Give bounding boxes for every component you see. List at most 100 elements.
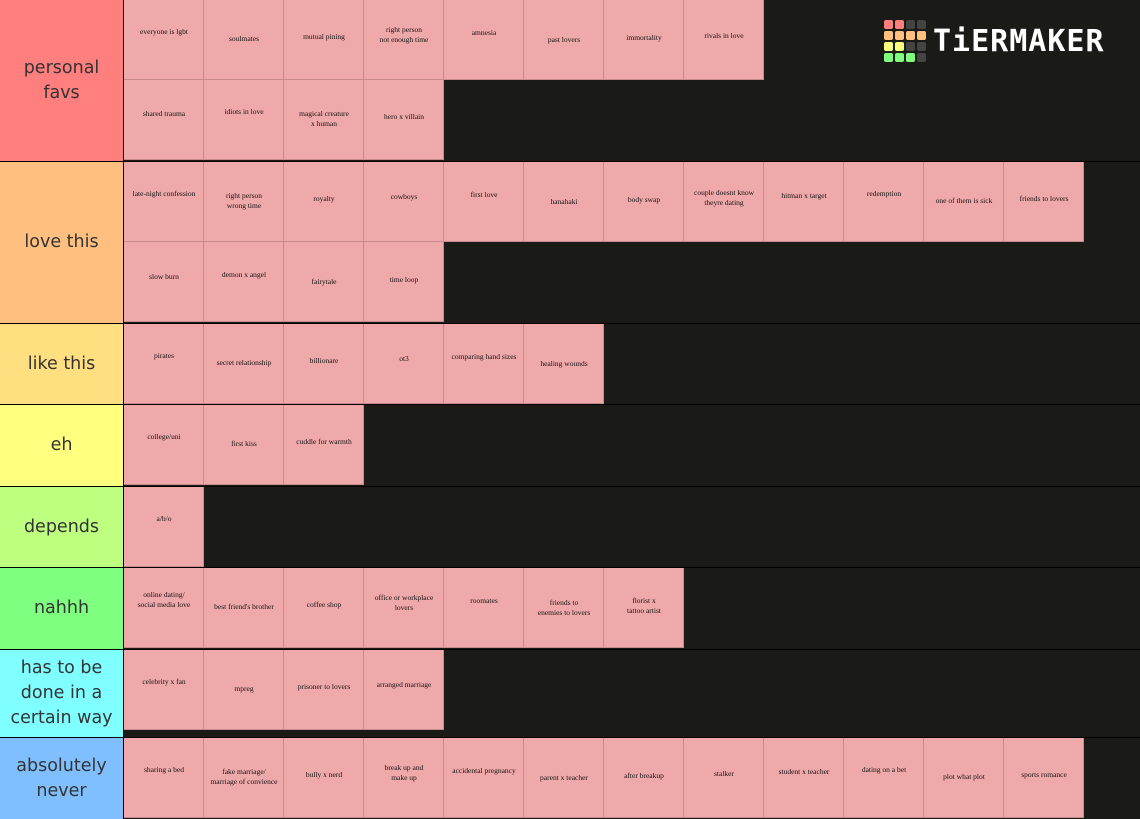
tier-item[interactable]: first love — [444, 162, 524, 242]
tier-label[interactable]: absolutely never — [0, 738, 124, 819]
tier-item-label: amnesia — [471, 28, 497, 37]
logo-square — [884, 20, 893, 29]
tier-items: late-night confession right person wrong … — [124, 162, 1140, 323]
tier-item[interactable]: hero x villain — [364, 80, 444, 160]
logo-square — [884, 42, 893, 51]
tier-item-label: pirates — [154, 351, 174, 360]
tier-item[interactable]: parent x teacher — [524, 738, 604, 818]
tier-item[interactable]: fake marriage/ marriage of convience — [204, 738, 284, 818]
tier-item[interactable]: immortality — [604, 0, 684, 80]
tier-item[interactable]: couple doesnt know theyre dating — [684, 162, 764, 242]
tier-item-label: after breakup — [624, 771, 664, 780]
tier-item[interactable]: everyone is lgbt — [124, 0, 204, 80]
tier-item[interactable]: a/b/o — [124, 487, 204, 567]
tier-item[interactable]: rivals in love — [684, 0, 764, 80]
tier-item-label: shared trauma — [142, 109, 186, 118]
tier-item[interactable]: demon x angel — [204, 242, 284, 322]
tier-item[interactable]: prisoner to lovers — [284, 650, 364, 730]
tier-item[interactable]: time loop — [364, 242, 444, 322]
tier-item[interactable]: idiots in love — [204, 80, 284, 160]
tier-item-label: late-night confession — [132, 189, 196, 198]
tier-item[interactable]: coffee shop — [284, 568, 364, 648]
tier-item[interactable]: right person wrong time — [204, 162, 284, 242]
tier-item[interactable]: sports romance — [1004, 738, 1084, 818]
tier-item[interactable]: mutual pining — [284, 0, 364, 80]
tier-item[interactable]: student x teacher — [764, 738, 844, 818]
tier-item[interactable]: accidental pregnancy — [444, 738, 524, 818]
tier-item-label: couple doesnt know theyre dating — [694, 188, 754, 207]
tier-item[interactable]: sharing a bed — [124, 738, 204, 818]
tier-item[interactable]: first kiss — [204, 405, 284, 485]
tier-item[interactable]: college/uni — [124, 405, 204, 485]
tier-label[interactable]: like this — [0, 324, 124, 404]
tier-item[interactable]: cuddle for warmth — [284, 405, 364, 485]
tier-item[interactable]: roomates — [444, 568, 524, 648]
tier-label[interactable]: love this — [0, 162, 124, 323]
tier-item[interactable]: past lovers — [524, 0, 604, 80]
logo-square — [895, 42, 904, 51]
tier-item[interactable]: secret relationship — [204, 324, 284, 404]
tier-item[interactable]: soulmates — [204, 0, 284, 80]
tier-item[interactable]: celebrity x fan — [124, 650, 204, 730]
tier-item[interactable]: healing wounds — [524, 324, 604, 404]
tier-item[interactable]: amnesia — [444, 0, 524, 80]
tier-item-label: past lovers — [547, 35, 581, 44]
tier-label[interactable]: nahhh — [0, 568, 124, 649]
tier-item[interactable]: friends to enemies to lovers — [524, 568, 604, 648]
tier-item-label: coffee shop — [306, 600, 342, 609]
tier-item-label: rivals in love — [704, 31, 744, 40]
tier-item-label: immortality — [626, 33, 662, 42]
tier-label[interactable]: has to be done in a certain way — [0, 650, 124, 737]
tier-item[interactable]: florist x tattoo artist — [604, 568, 684, 648]
tier-items: online dating/ social media love best fri… — [124, 568, 1140, 649]
tier-item[interactable]: billionare — [284, 324, 364, 404]
tier-item-label: hanahaki — [550, 197, 578, 206]
tier-item[interactable]: dating on a bet — [844, 738, 924, 818]
tier-item[interactable]: cowboys — [364, 162, 444, 242]
tier-item-label: parent x teacher — [540, 773, 588, 782]
tier-item[interactable]: fairytale — [284, 242, 364, 322]
tier-item[interactable]: arranged marriage — [364, 650, 444, 730]
tier-item[interactable]: online dating/ social media love — [124, 568, 204, 648]
tier-item-label: prisoner to lovers — [297, 682, 351, 691]
tier-label[interactable]: personal favs — [0, 0, 124, 161]
tier-item[interactable]: hitman x target — [764, 162, 844, 242]
tier-item[interactable]: body swap — [604, 162, 684, 242]
tier-item-label: sports romance — [1021, 770, 1067, 779]
tier-item[interactable]: hanahaki — [524, 162, 604, 242]
tier-item[interactable]: shared trauma — [124, 80, 204, 160]
tier-item[interactable]: royalty — [284, 162, 364, 242]
tier-item[interactable]: magical creature x human — [284, 80, 364, 160]
tier-item[interactable]: one of them is sick — [924, 162, 1004, 242]
tier-item[interactable]: right person not enough time — [364, 0, 444, 80]
tier-item-label: ot3 — [399, 354, 409, 363]
tier-item[interactable]: after breakup — [604, 738, 684, 818]
tier-item[interactable]: stalker — [684, 738, 764, 818]
tier-item-label: a/b/o — [156, 514, 172, 523]
tier-item[interactable]: ot3 — [364, 324, 444, 404]
tier-item[interactable]: friends to lovers — [1004, 162, 1084, 242]
tier-item-label: hitman x target — [781, 191, 827, 200]
tier-item[interactable]: mpreg — [204, 650, 284, 730]
tier-row: nahhh online dating/ social media love bes… — [0, 568, 1140, 649]
tier-item[interactable]: bully x nerd — [284, 738, 364, 818]
tier-items: pirates secret relationship billionare ot3 c… — [124, 324, 1140, 404]
tier-label[interactable]: eh — [0, 405, 124, 486]
tier-item[interactable]: break up and make up — [364, 738, 444, 818]
tier-label[interactable]: depends — [0, 487, 124, 567]
tier-items: celebrity x fan mpreg prisoner to lovers ar… — [124, 650, 1140, 737]
tier-item[interactable]: redemption — [844, 162, 924, 242]
tier-item[interactable]: plot what plot — [924, 738, 1004, 818]
tier-item-label: fairytale — [311, 277, 337, 286]
tier-item[interactable]: pirates — [124, 324, 204, 404]
tier-item[interactable]: late-night confession — [124, 162, 204, 242]
tier-item[interactable]: office or workplace lovers — [364, 568, 444, 648]
tier-item[interactable]: best friend's brother — [204, 568, 284, 648]
tier-item[interactable]: slow burn — [124, 242, 204, 322]
tier-item-label: florist x tattoo artist — [627, 596, 661, 615]
logo-square — [917, 53, 926, 62]
logo-square — [917, 31, 926, 40]
tier-row: eh college/uni first kiss cuddle for warmth — [0, 405, 1140, 486]
logo-square — [906, 31, 915, 40]
tier-item[interactable]: comparing hand sizes — [444, 324, 524, 404]
